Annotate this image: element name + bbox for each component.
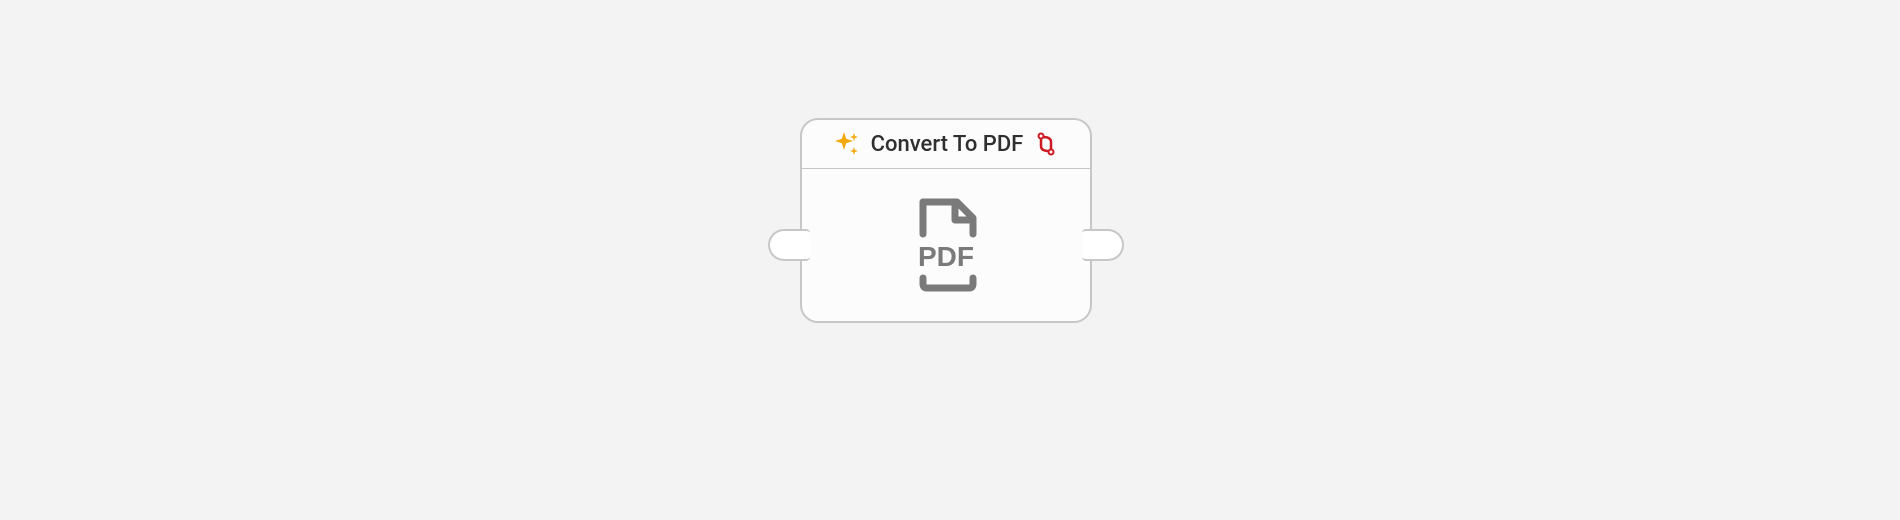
input-port[interactable] [768,229,810,261]
convert-icon [1033,131,1059,157]
pdf-file-icon: PDF [901,195,991,295]
output-port[interactable] [1082,229,1124,261]
node-title: Convert To PDF [871,132,1024,157]
pdf-label: PDF [918,241,974,272]
node-body: PDF [802,169,1090,321]
node-header: Convert To PDF [802,120,1090,169]
workflow-node-convert-to-pdf[interactable]: Convert To PDF PDF [800,118,1092,323]
sparkle-icon [833,130,861,158]
